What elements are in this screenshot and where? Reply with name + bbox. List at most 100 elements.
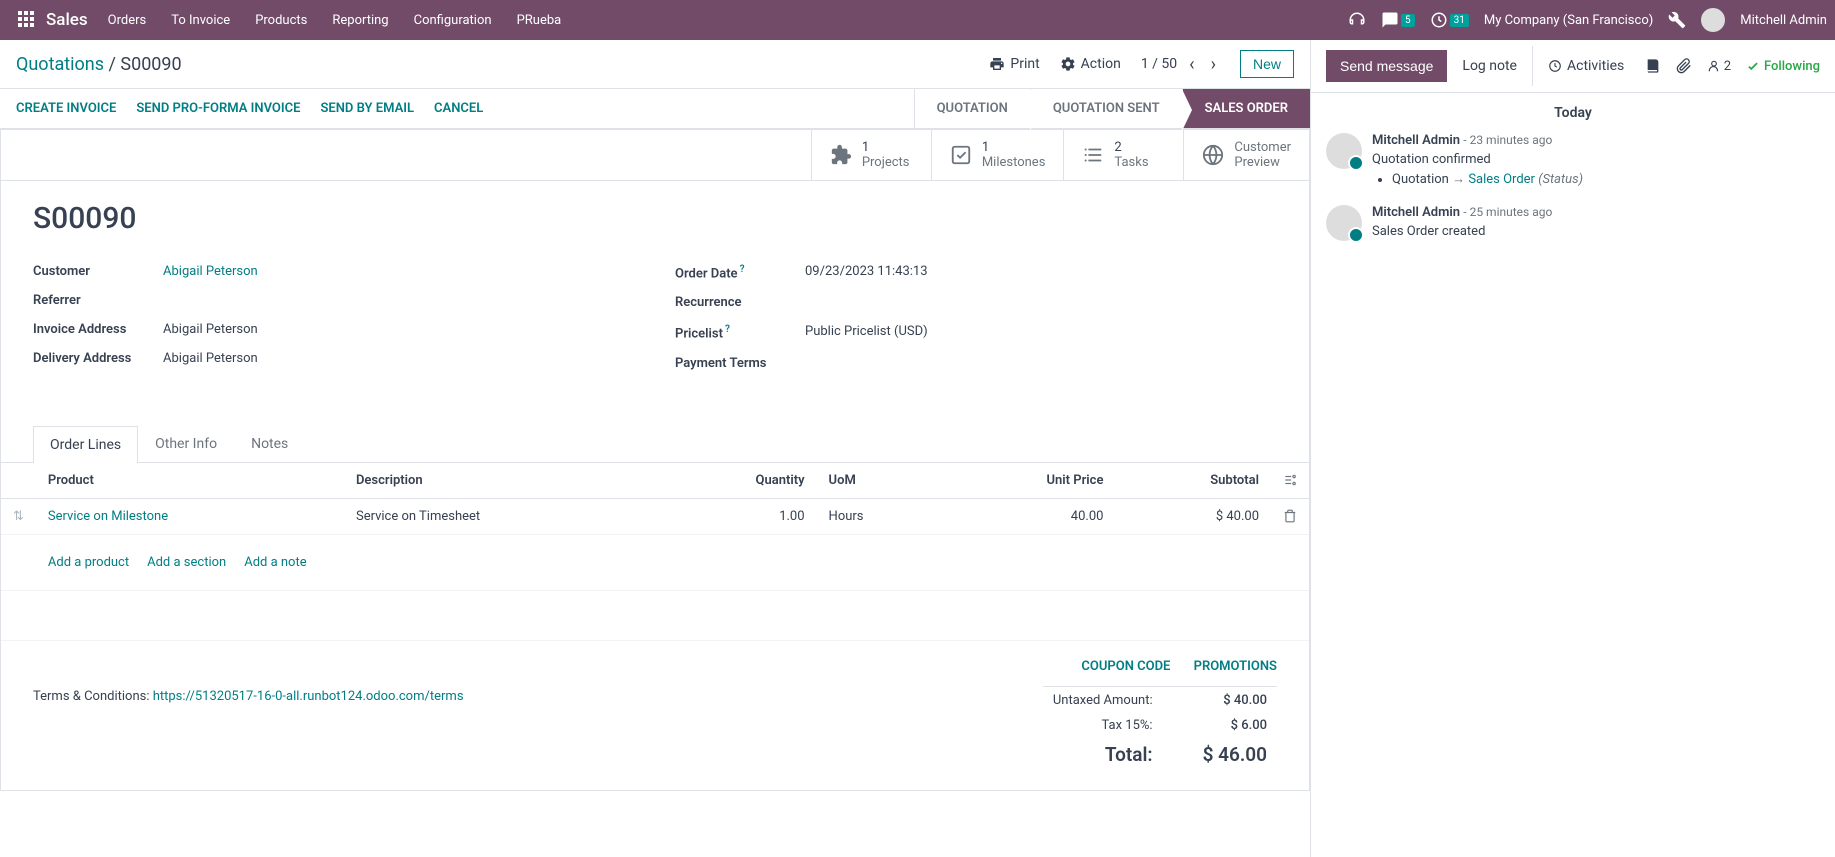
- message-item: Mitchell Admin - 25 minutes ago Sales Or…: [1326, 205, 1820, 241]
- cancel-button[interactable]: CANCEL: [434, 101, 483, 116]
- order-name: S00090: [33, 201, 1277, 236]
- invoice-address-field[interactable]: Abigail Peterson: [163, 322, 635, 337]
- print-button[interactable]: Print: [989, 56, 1039, 72]
- message-author[interactable]: Mitchell Admin: [1372, 133, 1460, 148]
- follower-count[interactable]: 2: [1707, 59, 1731, 74]
- apps-icon[interactable]: [18, 11, 36, 29]
- send-proforma-button[interactable]: SEND PRO-FORMA INVOICE: [136, 101, 300, 116]
- menu-products[interactable]: Products: [255, 13, 307, 28]
- pager-value[interactable]: 1 / 50: [1141, 56, 1177, 72]
- tax-value: $ 6.00: [1195, 714, 1275, 737]
- referrer-field[interactable]: [163, 293, 635, 308]
- recurrence-label: Recurrence: [675, 295, 805, 310]
- message-avatar[interactable]: [1326, 133, 1362, 169]
- puzzle-icon: [830, 144, 852, 166]
- total-label: Total:: [1045, 739, 1193, 770]
- pricelist-label: Pricelist?: [675, 324, 805, 341]
- line-product[interactable]: Service on Milestone: [48, 509, 168, 524]
- send-message-button[interactable]: Send message: [1326, 50, 1447, 82]
- message-item: Mitchell Admin - 23 minutes ago Quotatio…: [1326, 133, 1820, 187]
- order-lines-table: Product Description Quantity UoM Unit Pr…: [1, 463, 1309, 641]
- col-quantity: Quantity: [661, 463, 817, 499]
- col-product: Product: [36, 463, 344, 499]
- activities-button[interactable]: Activities: [1532, 46, 1624, 86]
- tab-notes[interactable]: Notes: [234, 425, 305, 462]
- new-button[interactable]: New: [1240, 50, 1294, 78]
- log-note-button[interactable]: Log note: [1462, 58, 1517, 74]
- status-quotation-sent[interactable]: QUOTATION SENT: [1030, 89, 1182, 128]
- untaxed-value: $ 40.00: [1195, 689, 1275, 712]
- menu-prueba[interactable]: PRueba: [517, 13, 562, 28]
- message-avatar[interactable]: [1326, 205, 1362, 241]
- order-date-label: Order Date?: [675, 264, 805, 281]
- company-selector[interactable]: My Company (San Francisco): [1484, 13, 1653, 28]
- menu-configuration[interactable]: Configuration: [414, 13, 492, 28]
- tracking-link[interactable]: Sales Order: [1468, 172, 1535, 187]
- status-sales-order[interactable]: SALES ORDER: [1182, 89, 1310, 128]
- add-product-link[interactable]: Add a product: [48, 555, 129, 570]
- referrer-label: Referrer: [33, 293, 163, 308]
- user-name[interactable]: Mitchell Admin: [1740, 13, 1827, 28]
- control-panel: Quotations / S00090 Print Action 1 / 50 …: [0, 40, 1310, 89]
- col-uom: UoM: [817, 463, 943, 499]
- terms-link[interactable]: https://51320517-16-0-all.runbot124.odoo…: [153, 689, 464, 704]
- user-avatar[interactable]: [1701, 8, 1725, 32]
- col-unit-price: Unit Price: [943, 463, 1116, 499]
- customer-label: Customer: [33, 264, 163, 279]
- recurrence-field[interactable]: [805, 295, 1277, 310]
- stat-milestones[interactable]: 1 Milestones: [931, 130, 1064, 180]
- col-description: Description: [344, 463, 661, 499]
- promotions-button[interactable]: PROMOTIONS: [1194, 659, 1277, 674]
- payment-terms-field[interactable]: [805, 356, 1277, 371]
- drag-handle-icon[interactable]: ⇅: [1, 498, 36, 534]
- top-nav: Sales Orders To Invoice Products Reporti…: [0, 0, 1835, 40]
- main-menu: Orders To Invoice Products Reporting Con…: [108, 13, 562, 28]
- breadcrumb-current: S00090: [120, 54, 181, 75]
- add-note-link[interactable]: Add a note: [244, 555, 306, 570]
- stat-customer-preview[interactable]: Customer Preview: [1183, 130, 1309, 180]
- create-invoice-button[interactable]: CREATE INVOICE: [16, 101, 116, 116]
- message-author[interactable]: Mitchell Admin: [1372, 205, 1460, 220]
- attachment-clip-icon[interactable]: [1676, 58, 1692, 74]
- activities-icon[interactable]: 31: [1430, 11, 1469, 29]
- menu-orders[interactable]: Orders: [108, 13, 147, 28]
- pager-prev[interactable]: ‹: [1185, 54, 1198, 75]
- stat-tasks[interactable]: 2 Tasks: [1063, 130, 1183, 180]
- order-date-field[interactable]: 09/23/2023 11:43:13: [805, 264, 1277, 281]
- breadcrumb-root[interactable]: Quotations: [16, 54, 104, 75]
- delivery-address-field[interactable]: Abigail Peterson: [163, 351, 635, 366]
- action-button[interactable]: Action: [1060, 56, 1121, 72]
- pager: 1 / 50 ‹ ›: [1141, 54, 1220, 75]
- optional-columns-icon[interactable]: [1271, 463, 1309, 499]
- totals-table: Untaxed Amount: $ 40.00 Tax 15%: $ 6.00 …: [1043, 686, 1277, 772]
- invoice-address-label: Invoice Address: [33, 322, 163, 337]
- following-button[interactable]: Following: [1746, 59, 1820, 74]
- pricelist-field[interactable]: Public Pricelist (USD): [805, 324, 1277, 341]
- line-unit-price[interactable]: 40.00: [943, 498, 1116, 534]
- coupon-code-button[interactable]: COUPON CODE: [1081, 659, 1170, 674]
- terms-label: Terms & Conditions:: [33, 689, 153, 704]
- line-uom[interactable]: Hours: [817, 498, 943, 534]
- tab-other-info[interactable]: Other Info: [138, 425, 234, 462]
- line-quantity[interactable]: 1.00: [661, 498, 817, 534]
- attachment-book-icon[interactable]: [1645, 58, 1661, 74]
- tab-order-lines[interactable]: Order Lines: [33, 426, 138, 463]
- pager-next[interactable]: ›: [1207, 54, 1220, 75]
- voip-icon[interactable]: [1348, 11, 1366, 29]
- menu-reporting[interactable]: Reporting: [332, 13, 388, 28]
- globe-icon: [1202, 144, 1224, 166]
- line-description[interactable]: Service on Timesheet: [344, 498, 661, 534]
- app-brand[interactable]: Sales: [46, 10, 88, 30]
- debug-icon[interactable]: [1668, 11, 1686, 29]
- clock-badge: 31: [1450, 14, 1469, 27]
- menu-to-invoice[interactable]: To Invoice: [171, 13, 230, 28]
- table-row[interactable]: ⇅ Service on Milestone Service on Timesh…: [1, 498, 1309, 534]
- add-section-link[interactable]: Add a section: [147, 555, 226, 570]
- check-square-icon: [950, 144, 972, 166]
- status-quotation[interactable]: QUOTATION: [914, 89, 1030, 128]
- delete-line-icon[interactable]: [1271, 498, 1309, 534]
- customer-field[interactable]: Abigail Peterson: [163, 264, 258, 279]
- messaging-icon[interactable]: 5: [1381, 11, 1415, 29]
- stat-projects[interactable]: 1 Projects: [811, 130, 931, 180]
- send-email-button[interactable]: SEND BY EMAIL: [320, 101, 414, 116]
